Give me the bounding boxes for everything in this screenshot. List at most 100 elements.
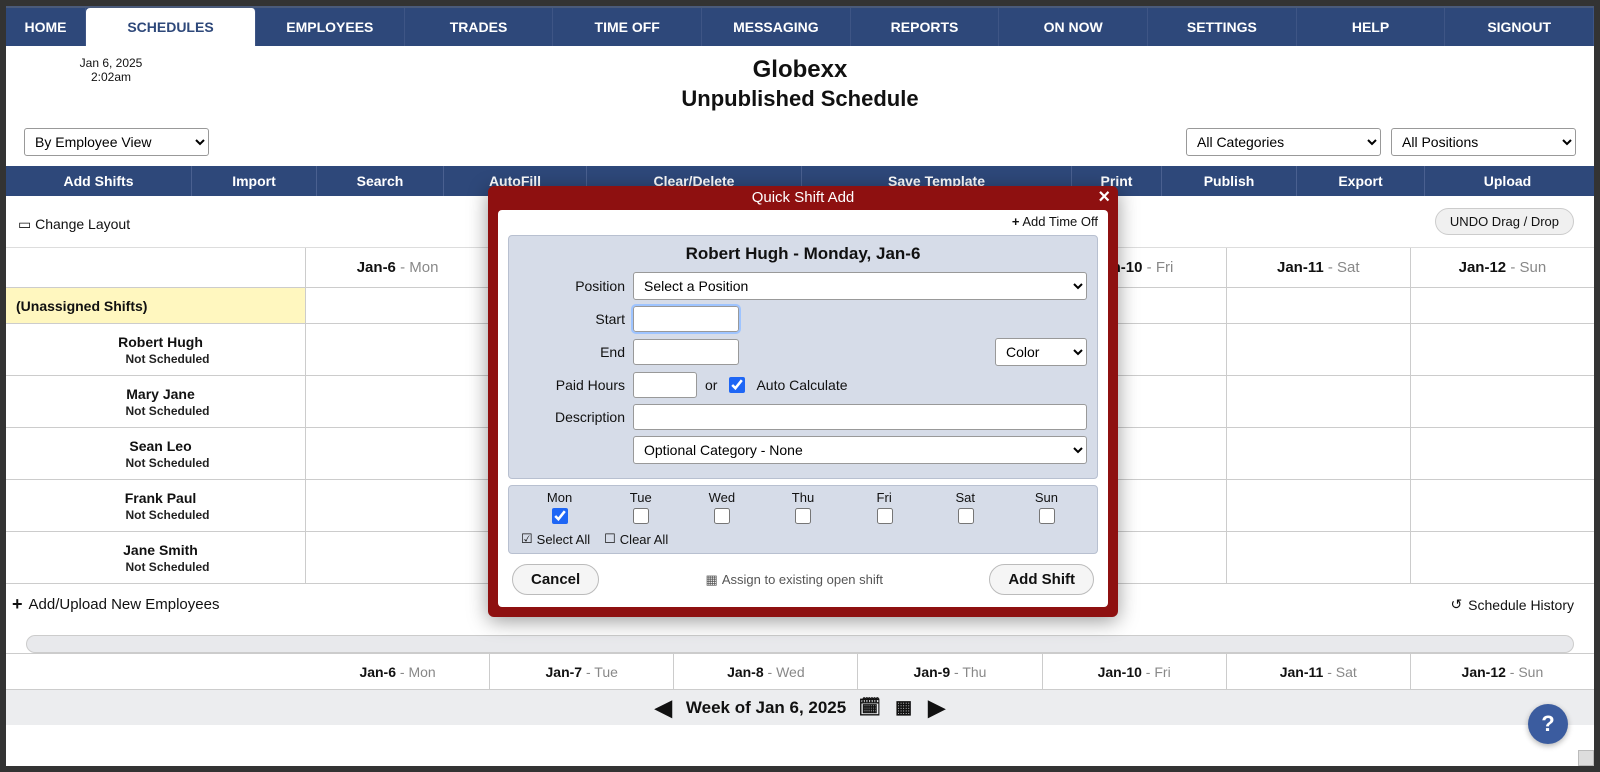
shift-cell[interactable]	[1411, 532, 1594, 583]
week-next-icon[interactable]: ▶	[924, 695, 949, 721]
calendar-grid-icon[interactable]: ▦	[893, 697, 914, 718]
employee-label[interactable]: Robert Hugh Not Scheduled	[6, 324, 306, 375]
shift-cell[interactable]	[1411, 376, 1594, 427]
label-paid-hours: Paid Hours	[519, 377, 625, 393]
shift-cell[interactable]	[1411, 480, 1594, 531]
category-select-modal[interactable]: Optional Category - None	[633, 436, 1087, 464]
shift-cell[interactable]	[1227, 376, 1411, 427]
nav-trades[interactable]: TRADES	[405, 8, 554, 46]
nav-timeoff[interactable]: TIME OFF	[553, 8, 702, 46]
action-export[interactable]: Export	[1297, 166, 1425, 196]
modal-close-icon[interactable]: ×	[1098, 186, 1110, 209]
shift-cell[interactable]	[306, 428, 490, 479]
nav-home[interactable]: HOME	[6, 8, 86, 46]
layout-icon: ▭	[18, 216, 35, 232]
auto-calculate-checkbox[interactable]	[729, 377, 745, 393]
day-header-mon[interactable]: Jan-6 - Mon	[306, 248, 490, 287]
day-header-sat[interactable]: Jan-11 - Sat	[1227, 248, 1411, 287]
day-footer-sun[interactable]: Jan-12 - Sun	[1411, 654, 1594, 689]
history-icon: ↺	[1450, 596, 1462, 613]
unassigned-cell[interactable]	[1227, 288, 1411, 323]
quick-shift-add-modal: Quick Shift Add × + Add Time Off Robert …	[488, 186, 1118, 617]
nav-reports[interactable]: REPORTS	[851, 8, 1000, 46]
paid-hours-input[interactable]	[633, 372, 697, 398]
action-add-shifts[interactable]: Add Shifts	[6, 166, 192, 196]
employee-label[interactable]: Mary Jane Not Scheduled	[6, 376, 306, 427]
employee-label[interactable]: Sean Leo Not Scheduled	[6, 428, 306, 479]
select-all-link[interactable]: ☑Select All	[521, 531, 590, 547]
color-select[interactable]: Color	[995, 338, 1087, 366]
add-employees-link[interactable]: + Add/Upload New Employees	[8, 584, 223, 625]
add-shift-button[interactable]: Add Shift	[989, 564, 1094, 595]
assign-existing-link[interactable]: ▦ Assign to existing open shift	[706, 572, 883, 588]
start-time-input[interactable]	[633, 306, 739, 332]
action-import[interactable]: Import	[192, 166, 317, 196]
shift-cell[interactable]	[306, 376, 490, 427]
time-scrubber[interactable]	[26, 635, 1574, 653]
day-footer-fri[interactable]: Jan-10 - Fri	[1043, 654, 1227, 689]
label-description: Description	[519, 409, 625, 425]
shift-cell[interactable]	[306, 480, 490, 531]
cancel-button[interactable]: Cancel	[512, 564, 599, 595]
modal-form-title: Robert Hugh - Monday, Jan-6	[519, 244, 1087, 264]
action-publish[interactable]: Publish	[1162, 166, 1297, 196]
day-check-wed[interactable]	[714, 508, 730, 524]
nav-employees[interactable]: EMPLOYEES	[256, 8, 405, 46]
day-footer-thu[interactable]: Jan-9 - Thu	[858, 654, 1042, 689]
position-select-modal[interactable]: Select a Position	[633, 272, 1087, 300]
category-select[interactable]: All Categories	[1186, 128, 1381, 156]
shift-cell[interactable]	[1227, 428, 1411, 479]
help-fab[interactable]: ?	[1528, 704, 1568, 744]
schedule-history-link[interactable]: ↺ Schedule History	[1450, 584, 1574, 625]
action-search[interactable]: Search	[317, 166, 444, 196]
nav-messaging[interactable]: MESSAGING	[702, 8, 851, 46]
change-layout-link[interactable]: ▭ Change Layout	[18, 216, 130, 233]
day-check-fri[interactable]	[877, 508, 893, 524]
day-footer-wed[interactable]: Jan-8 - Wed	[674, 654, 858, 689]
employee-label[interactable]: Jane Smith Not Scheduled	[6, 532, 306, 583]
nav-signout[interactable]: SIGNOUT	[1445, 8, 1594, 46]
shift-cell[interactable]	[1411, 324, 1594, 375]
end-time-input[interactable]	[633, 339, 739, 365]
row-label-blank	[6, 248, 306, 287]
label-or: or	[705, 377, 717, 393]
add-time-off-link[interactable]: + Add Time Off	[498, 210, 1108, 231]
timestamp-date: Jan 6, 2025	[46, 56, 176, 70]
view-select[interactable]: By Employee View	[24, 128, 209, 156]
undo-drag-drop-button[interactable]: UNDO Drag / Drop	[1435, 208, 1574, 235]
shift-cell[interactable]	[306, 324, 490, 375]
day-footer-tue[interactable]: Jan-7 - Tue	[490, 654, 674, 689]
calendar-day-icon[interactable]: 🗓	[856, 697, 883, 718]
day-check-sat[interactable]	[958, 508, 974, 524]
shift-cell[interactable]	[306, 532, 490, 583]
week-nav: ◀ Week of Jan 6, 2025 🗓 ▦ ▶	[6, 689, 1594, 725]
day-footer-mon[interactable]: Jan-6 - Mon	[306, 654, 490, 689]
day-check-thu[interactable]	[795, 508, 811, 524]
plus-icon: +	[12, 594, 23, 615]
shift-cell[interactable]	[1227, 480, 1411, 531]
clear-all-link[interactable]: ☐Clear All	[604, 531, 668, 547]
position-select[interactable]: All Positions	[1391, 128, 1576, 156]
shift-cell[interactable]	[1411, 428, 1594, 479]
employee-label[interactable]: Frank Paul Not Scheduled	[6, 480, 306, 531]
action-upload[interactable]: Upload	[1425, 166, 1590, 196]
nav-settings[interactable]: SETTINGS	[1148, 8, 1297, 46]
unassigned-cell[interactable]	[1411, 288, 1594, 323]
unassigned-cell[interactable]	[306, 288, 490, 323]
day-check-mon[interactable]	[552, 508, 568, 524]
shift-cell[interactable]	[1227, 532, 1411, 583]
day-header-sun[interactable]: Jan-12 - Sun	[1411, 248, 1594, 287]
company-name: Globexx	[6, 56, 1594, 84]
nav-help[interactable]: HELP	[1297, 8, 1446, 46]
plus-icon: +	[1012, 214, 1020, 229]
week-label: Week of Jan 6, 2025	[686, 698, 846, 718]
shift-cell[interactable]	[1227, 324, 1411, 375]
scrollbar-corner[interactable]	[1578, 750, 1594, 766]
week-prev-icon[interactable]: ◀	[651, 695, 676, 721]
day-check-sun[interactable]	[1039, 508, 1055, 524]
day-footer-sat[interactable]: Jan-11 - Sat	[1227, 654, 1411, 689]
nav-onnow[interactable]: ON NOW	[999, 8, 1148, 46]
day-check-tue[interactable]	[633, 508, 649, 524]
description-input[interactable]	[633, 404, 1087, 430]
nav-schedules[interactable]: SCHEDULES	[86, 8, 256, 46]
